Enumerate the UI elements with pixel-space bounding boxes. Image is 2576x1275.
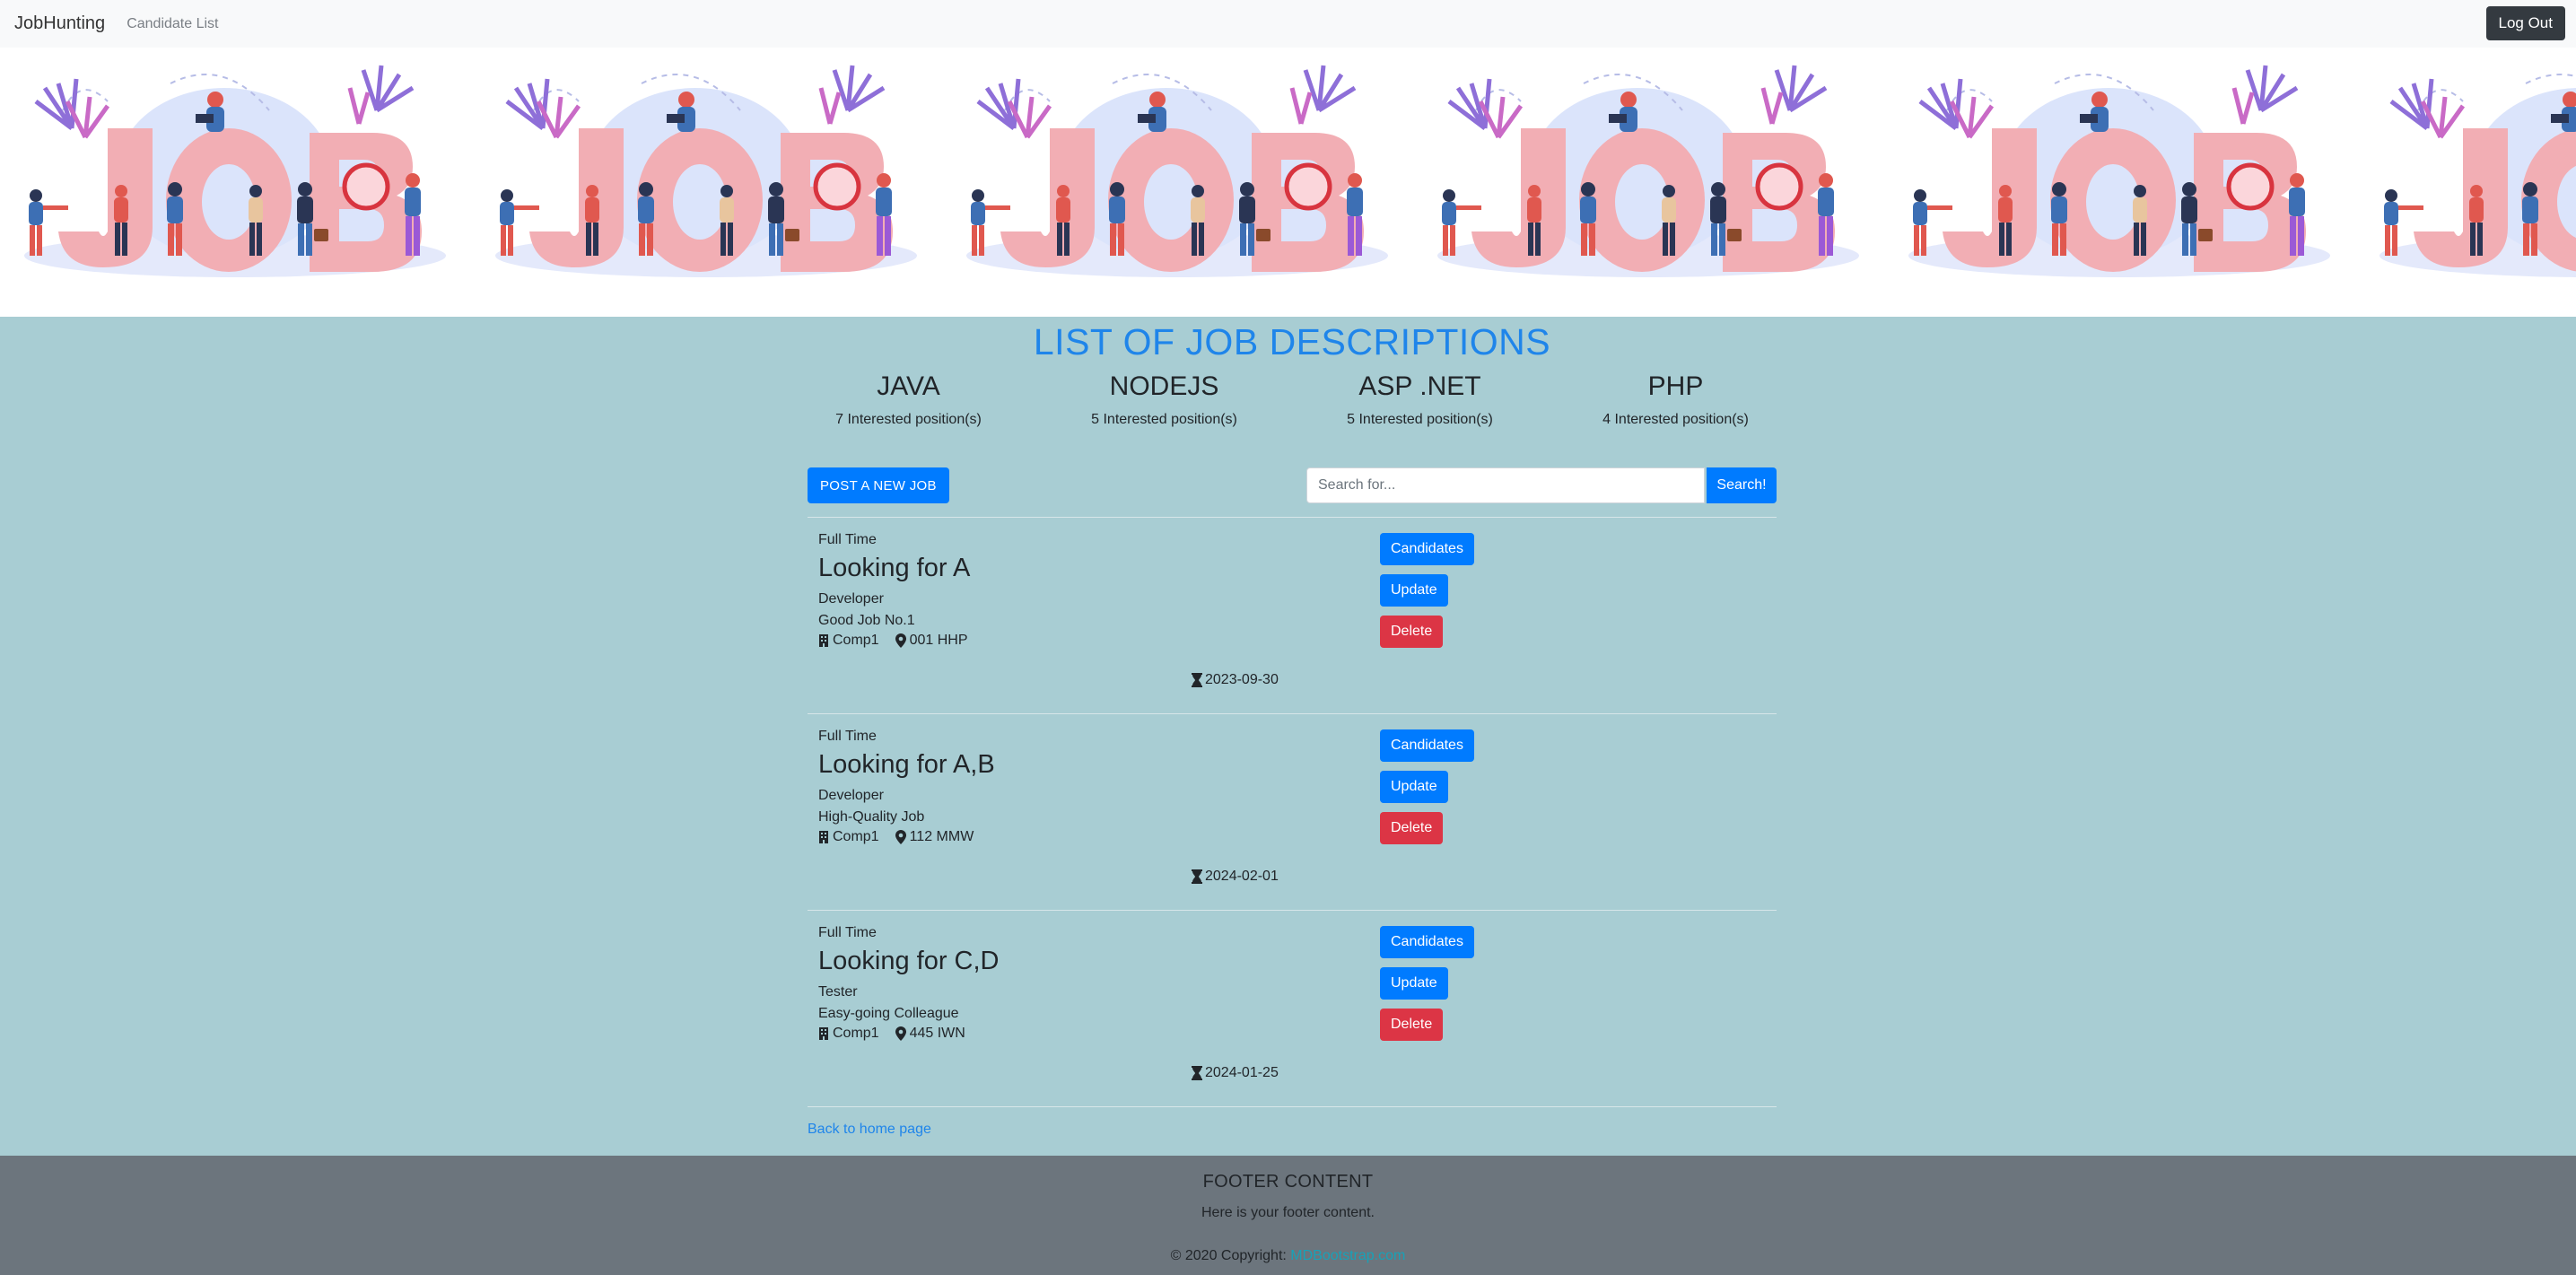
company: Comp1 bbox=[818, 633, 879, 649]
candidates-button[interactable]: Candidates bbox=[1380, 533, 1474, 565]
deadline-date: 2023-09-30 bbox=[1205, 672, 1279, 687]
copyright-link[interactable]: MDBootstrap.com bbox=[1290, 1248, 1405, 1263]
job-description: Good Job No.1 bbox=[818, 613, 915, 628]
skill-nodejs: NODEJS 5 Interested position(s) bbox=[1036, 371, 1292, 428]
job-meta: Comp1 445 IWN bbox=[818, 1026, 982, 1042]
location-text: 445 IWN bbox=[909, 1026, 965, 1041]
location: 445 IWN bbox=[895, 1026, 965, 1042]
deadline-date: 2024-02-01 bbox=[1205, 869, 1279, 884]
job-card: Full Time Looking for A Developer Good J… bbox=[808, 517, 1777, 713]
update-button[interactable]: Update bbox=[1380, 967, 1448, 1000]
deadline-date: 2024-01-25 bbox=[1205, 1065, 1279, 1080]
search-input[interactable] bbox=[1306, 467, 1705, 503]
skill-count: 5 Interested position(s) bbox=[1347, 412, 1493, 427]
list-divider bbox=[808, 1106, 1777, 1107]
job-toolbar: POST A NEW JOB Search! bbox=[808, 467, 1777, 503]
skill-name: NODEJS bbox=[1109, 371, 1219, 401]
company-name: Comp1 bbox=[833, 1026, 879, 1041]
skill-php: PHP 4 Interested position(s) bbox=[1548, 371, 1803, 428]
job-role: Tester bbox=[818, 984, 858, 1000]
logout-button[interactable]: Log Out bbox=[2485, 6, 2565, 40]
job-meta: Comp1 112 MMW bbox=[818, 829, 990, 845]
company: Comp1 bbox=[818, 829, 879, 845]
brand-link[interactable]: JobHunting bbox=[14, 13, 105, 34]
building-icon bbox=[819, 634, 828, 647]
location-text: 001 HHP bbox=[909, 633, 968, 648]
job-title: Looking for A,B bbox=[818, 750, 995, 779]
skill-java: JAVA 7 Interested position(s) bbox=[781, 371, 1036, 428]
job-title: Looking for C,D bbox=[818, 947, 1000, 975]
company-name: Comp1 bbox=[833, 829, 879, 844]
company-name: Comp1 bbox=[833, 633, 879, 648]
location: 112 MMW bbox=[895, 829, 974, 845]
candidate-list-link[interactable]: Candidate List bbox=[127, 16, 218, 32]
skill-aspnet: ASP .NET 5 Interested position(s) bbox=[1292, 371, 1548, 428]
map-pin-icon bbox=[895, 830, 906, 844]
banner-illustration bbox=[0, 48, 2576, 317]
delete-button[interactable]: Delete bbox=[1380, 1009, 1444, 1041]
footer: FOOTER CONTENT Here is your footer conte… bbox=[0, 1156, 2576, 1275]
job-card: Full Time Looking for C,D Tester Easy-go… bbox=[808, 910, 1777, 1106]
job-banner bbox=[0, 48, 2576, 317]
skill-name: JAVA bbox=[877, 371, 940, 401]
job-description: High-Quality Job bbox=[818, 809, 925, 825]
page-title: LIST OF JOB DESCRIPTIONS bbox=[1033, 321, 1551, 362]
job-role: Developer bbox=[818, 591, 884, 607]
job-deadline: 2023-09-30 bbox=[1192, 672, 1279, 688]
update-button[interactable]: Update bbox=[1380, 574, 1448, 607]
skill-name: ASP .NET bbox=[1358, 371, 1481, 401]
main-content: LIST OF JOB DESCRIPTIONS JAVA 7 Interest… bbox=[808, 317, 1777, 1138]
footer-title: FOOTER CONTENT bbox=[1202, 1172, 1374, 1192]
building-icon bbox=[819, 1027, 828, 1040]
skill-count: 5 Interested position(s) bbox=[1091, 412, 1237, 427]
building-icon bbox=[819, 831, 828, 843]
skill-name: PHP bbox=[1647, 371, 1704, 401]
job-list: Full Time Looking for A Developer Good J… bbox=[808, 517, 1777, 1106]
candidates-button[interactable]: Candidates bbox=[1380, 729, 1474, 762]
job-title: Looking for A bbox=[818, 554, 971, 582]
map-pin-icon bbox=[895, 1026, 906, 1041]
hourglass-icon bbox=[1192, 869, 1202, 884]
location: 001 HHP bbox=[895, 633, 968, 649]
hourglass-icon bbox=[1192, 1066, 1202, 1080]
job-deadline: 2024-01-25 bbox=[1192, 1065, 1279, 1081]
job-type: Full Time bbox=[818, 729, 877, 744]
job-type: Full Time bbox=[818, 925, 877, 940]
footer-text: Here is your footer content. bbox=[1201, 1205, 1375, 1220]
top-navbar: JobHunting Candidate List Log Out bbox=[0, 0, 2576, 48]
candidates-button[interactable]: Candidates bbox=[1380, 926, 1474, 958]
search-button[interactable]: Search! bbox=[1707, 467, 1777, 503]
job-role: Developer bbox=[818, 788, 884, 803]
job-deadline: 2024-02-01 bbox=[1192, 869, 1279, 885]
copyright-text: © 2020 Copyright: bbox=[1170, 1248, 1287, 1263]
job-meta: Comp1 001 HHP bbox=[818, 633, 984, 649]
job-card: Full Time Looking for A,B Developer High… bbox=[808, 713, 1777, 910]
update-button[interactable]: Update bbox=[1380, 771, 1448, 803]
skill-summary: JAVA 7 Interested position(s) NODEJS 5 I… bbox=[781, 371, 1803, 428]
job-description: Easy-going Colleague bbox=[818, 1006, 959, 1021]
map-pin-icon bbox=[895, 633, 906, 648]
job-type: Full Time bbox=[818, 532, 877, 547]
delete-button[interactable]: Delete bbox=[1380, 616, 1444, 648]
location-text: 112 MMW bbox=[909, 829, 974, 844]
hourglass-icon bbox=[1192, 673, 1202, 687]
company: Comp1 bbox=[818, 1026, 879, 1042]
back-to-home-link[interactable]: Back to home page bbox=[808, 1122, 1777, 1138]
skill-count: 4 Interested position(s) bbox=[1602, 412, 1749, 427]
skill-count: 7 Interested position(s) bbox=[835, 412, 982, 427]
delete-button[interactable]: Delete bbox=[1380, 812, 1444, 844]
post-new-job-button[interactable]: POST A NEW JOB bbox=[808, 467, 949, 503]
footer-copyright: © 2020 Copyright: MDBootstrap.com bbox=[0, 1248, 2576, 1264]
